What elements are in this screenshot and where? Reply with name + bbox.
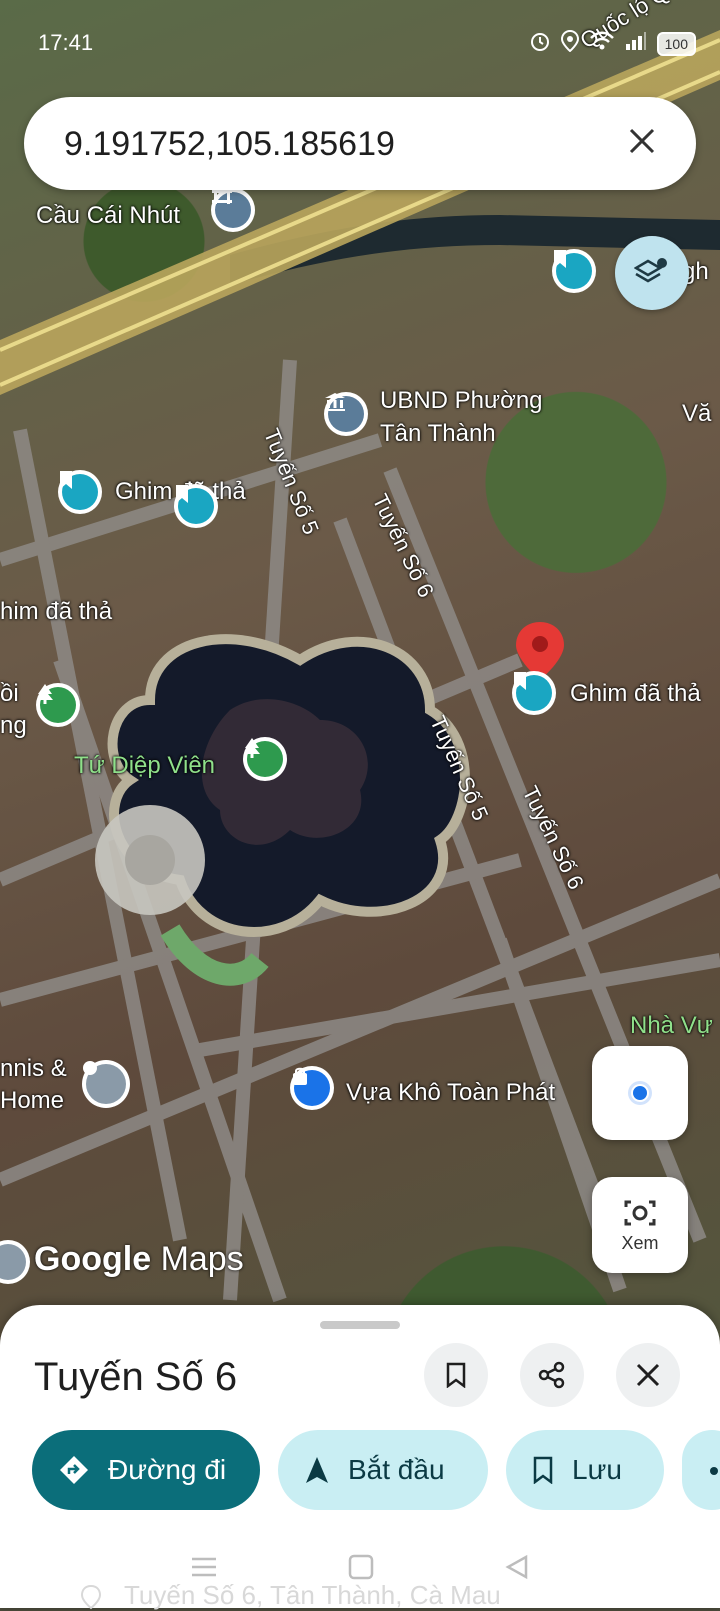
place-label-tennis-1[interactable]: nnis & bbox=[0, 1055, 67, 1083]
signal-icon bbox=[625, 31, 647, 57]
dropped-pin-1[interactable] bbox=[58, 470, 102, 514]
lens-view-label: Xem bbox=[621, 1232, 659, 1253]
place-label-ghim-3[interactable]: Ghim đã thả bbox=[570, 680, 701, 708]
my-location-icon bbox=[628, 1081, 652, 1105]
close-icon bbox=[629, 128, 655, 154]
dropped-pin-2[interactable] bbox=[174, 484, 218, 528]
location-status-icon bbox=[560, 29, 579, 58]
sheet-drag-handle[interactable] bbox=[320, 1321, 400, 1329]
place-label-tennis-2[interactable]: Home bbox=[0, 1087, 64, 1115]
bookmark-outline-icon bbox=[446, 1362, 466, 1388]
bridge-pin[interactable] bbox=[211, 188, 255, 232]
more-actions-pill[interactable] bbox=[682, 1430, 720, 1510]
place-label-van: Vă bbox=[682, 400, 712, 427]
location-dot-icon bbox=[83, 1061, 126, 1104]
place-label-nha-vu[interactable]: Nhà Vự bbox=[630, 1012, 713, 1040]
government-building-icon bbox=[325, 393, 364, 432]
tree-icon bbox=[244, 738, 283, 777]
shopping-bag-icon bbox=[293, 1067, 330, 1106]
dropped-pin-3[interactable] bbox=[512, 671, 556, 715]
save-place-button[interactable] bbox=[424, 1343, 488, 1407]
menu-nav-button[interactable] bbox=[190, 1555, 218, 1584]
location-dot-icon bbox=[0, 1244, 26, 1280]
start-navigation-button[interactable]: Bắt đầu bbox=[278, 1430, 488, 1510]
government-pin[interactable] bbox=[324, 392, 368, 436]
place-label-ubnd-2[interactable]: Tân Thành bbox=[380, 420, 496, 448]
place-label-ubnd-1[interactable]: UBND Phường bbox=[380, 387, 543, 415]
place-label-tu-diep-vien[interactable]: Tứ Diệp Viên bbox=[74, 752, 215, 780]
directions-icon bbox=[58, 1454, 90, 1486]
home-nav-button[interactable] bbox=[348, 1554, 374, 1585]
bookmark-outline-icon bbox=[532, 1456, 554, 1484]
directions-button[interactable]: Đường đi bbox=[32, 1430, 260, 1510]
place-label-vua-kho[interactable]: Vựa Khô Toàn Phát bbox=[346, 1079, 555, 1107]
google-wordmark: Google bbox=[34, 1240, 152, 1278]
clear-search-button[interactable] bbox=[618, 117, 666, 165]
status-icons: 100 bbox=[529, 29, 696, 58]
my-location-button[interactable] bbox=[592, 1046, 688, 1140]
layers-icon bbox=[634, 258, 667, 283]
place-label-cau-cai-nhut[interactable]: Cầu Cái Nhút bbox=[36, 202, 180, 230]
place-label-ghim-2[interactable]: him đã thả bbox=[0, 598, 112, 626]
maps-wordmark: Maps bbox=[160, 1240, 244, 1278]
home-square-icon bbox=[348, 1554, 374, 1579]
bookmark-icon bbox=[176, 485, 214, 524]
wifi-icon bbox=[589, 31, 615, 57]
save-label: Lưu bbox=[572, 1454, 622, 1485]
bridge-icon bbox=[212, 190, 251, 228]
share-icon bbox=[538, 1361, 565, 1389]
start-label: Bắt đầu bbox=[348, 1454, 445, 1485]
bookmark-icon bbox=[514, 672, 552, 711]
share-icon-partial bbox=[708, 1454, 720, 1486]
camera-scan-icon bbox=[624, 1200, 656, 1225]
saved-pin-1[interactable] bbox=[552, 249, 596, 293]
google-maps-logo: Google Maps bbox=[34, 1240, 244, 1279]
shop-pin[interactable] bbox=[290, 1066, 334, 1110]
status-time: 17:41 bbox=[38, 30, 94, 55]
share-button[interactable] bbox=[520, 1343, 584, 1407]
layers-button[interactable] bbox=[615, 236, 689, 310]
place-label-oi: ồi bbox=[0, 680, 19, 707]
status-bar: 17:41 100 bbox=[0, 0, 720, 90]
lens-view-button[interactable]: Xem bbox=[592, 1177, 688, 1273]
search-bar[interactable]: 9.191752,105.185619 bbox=[24, 97, 696, 190]
close-sheet-button[interactable] bbox=[616, 1343, 680, 1407]
tree-icon bbox=[37, 684, 76, 723]
directions-label: Đường đi bbox=[108, 1454, 227, 1485]
place-label-ng: ng bbox=[0, 712, 27, 739]
system-nav-bar bbox=[0, 1530, 720, 1608]
save-button[interactable]: Lưu bbox=[506, 1430, 664, 1510]
bookmark-icon bbox=[554, 250, 592, 289]
battery-indicator: 100 bbox=[656, 32, 696, 56]
alarm-icon bbox=[529, 30, 551, 58]
place-pin-tennis[interactable] bbox=[82, 1060, 130, 1108]
menu-icon bbox=[192, 1557, 216, 1576]
close-icon bbox=[636, 1363, 660, 1387]
search-query[interactable]: 9.191752,105.185619 bbox=[64, 125, 395, 164]
bookmark-icon bbox=[60, 471, 98, 510]
back-nav-button[interactable] bbox=[504, 1554, 530, 1585]
back-triangle-icon bbox=[505, 1554, 528, 1579]
park-pin-1[interactable] bbox=[36, 683, 80, 727]
place-title: Tuyến Số 6 bbox=[34, 1355, 238, 1399]
park-pin-2[interactable] bbox=[243, 737, 287, 781]
navigation-arrow-icon bbox=[304, 1455, 330, 1485]
